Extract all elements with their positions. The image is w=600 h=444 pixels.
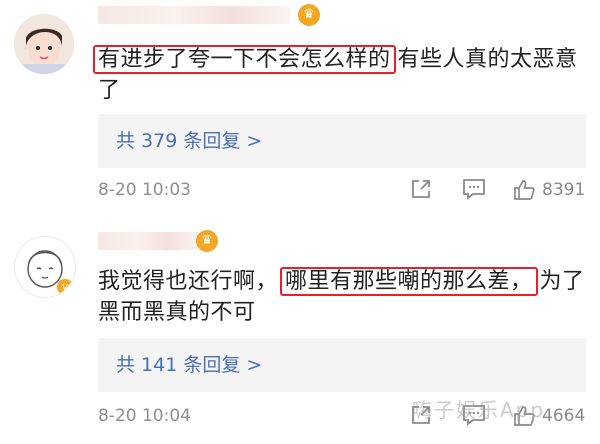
crown-badge-icon: ♛ bbox=[196, 230, 218, 252]
like-count: 8391 bbox=[542, 180, 586, 200]
avatar[interactable] bbox=[14, 14, 74, 74]
verified-badge-icon: v bbox=[57, 279, 73, 295]
comment-item: ♛ 有进步了夸一下不会怎么样的 有些人真的太恶意了 共 379 条回复 > 8-2… bbox=[0, 0, 600, 222]
timestamp: 8-20 10:03 bbox=[98, 180, 191, 200]
comment-text-before: 我觉得也还行啊， bbox=[98, 269, 279, 294]
thumbs-up-icon bbox=[514, 180, 535, 200]
like-count: 4664 bbox=[542, 406, 586, 426]
view-replies-button[interactable]: 共 141 条回复 > bbox=[98, 338, 586, 392]
comment-icon bbox=[463, 179, 485, 200]
timestamp: 8-20 10:04 bbox=[98, 406, 191, 426]
share-button[interactable] bbox=[410, 178, 432, 200]
avatar-photo-icon bbox=[14, 14, 74, 74]
username-blurred[interactable] bbox=[98, 232, 198, 250]
crown-badge-icon: ♛ bbox=[298, 4, 320, 26]
comment-text: 我觉得也还行啊， 哪里有那些嘲的那么差， 为了黑而黑真的不可 bbox=[98, 266, 592, 328]
comment-button[interactable] bbox=[462, 178, 486, 200]
highlighted-text: 哪里有那些嘲的那么差， bbox=[280, 267, 538, 296]
like-button[interactable]: 8391 bbox=[512, 178, 585, 202]
share-icon bbox=[412, 180, 430, 198]
watermark: 嗨子娱乐App bbox=[412, 398, 546, 422]
comment-text: 有进步了夸一下不会怎么样的 有些人真的太恶意了 bbox=[93, 44, 592, 106]
highlighted-text: 有进步了夸一下不会怎么样的 bbox=[93, 45, 396, 74]
avatar[interactable]: v bbox=[14, 236, 76, 298]
view-replies-button[interactable]: 共 379 条回复 > bbox=[98, 114, 586, 168]
username-blurred[interactable] bbox=[98, 6, 290, 24]
